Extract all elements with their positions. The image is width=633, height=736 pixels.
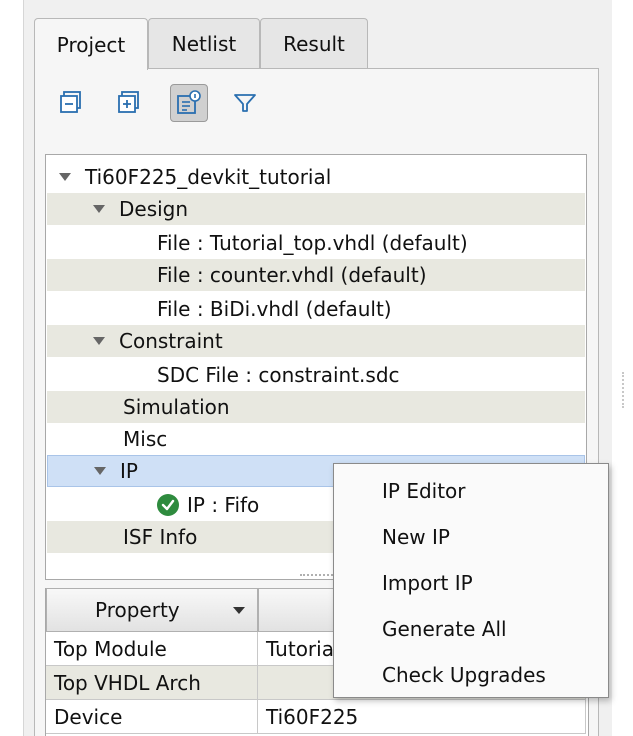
tree-item-misc[interactable]: Misc (47, 423, 585, 455)
property-name: Device (46, 700, 258, 734)
chevron-down-icon[interactable] (93, 337, 105, 345)
tree-item-file[interactable]: File : counter.vhdl (default) (47, 259, 585, 291)
tree-item-design[interactable]: Design (47, 193, 585, 225)
tree-item-label: Misc (123, 427, 168, 451)
menu-item-check-upgrades[interactable]: Check Upgrades (382, 660, 546, 690)
property-value[interactable]: Ti60F225 (258, 700, 586, 734)
tree-item-label: Simulation (123, 395, 230, 419)
collapse-all-icon (60, 91, 81, 113)
filter-button[interactable] (226, 84, 264, 122)
property-name: Top Module (46, 632, 258, 666)
tree-item-label: File : counter.vhdl (default) (157, 263, 427, 287)
tab-label: Result (283, 31, 345, 56)
menu-item-import-ip[interactable]: Import IP (382, 568, 473, 598)
menu-item-ip-editor[interactable]: IP Editor (382, 476, 466, 506)
column-header-property[interactable]: Property (46, 588, 258, 632)
tab-result[interactable]: Result (260, 18, 368, 68)
chevron-down-icon[interactable] (59, 173, 71, 181)
tab-project[interactable]: Project (34, 18, 148, 70)
tree-item-label: IP : Fifo (187, 493, 260, 517)
tab-label: Netlist (171, 31, 237, 56)
menu-item-new-ip[interactable]: New IP (382, 522, 450, 552)
tree-item-sdc-file[interactable]: SDC File : constraint.sdc (47, 359, 585, 391)
panel-splitter-handle[interactable] (622, 372, 625, 408)
tree-item-file[interactable]: File : Tutorial_top.vhdl (default) (47, 227, 585, 259)
show-details-button[interactable] (170, 84, 208, 122)
tree-item-label: File : Tutorial_top.vhdl (default) (157, 231, 468, 255)
tree-item-label: Design (119, 197, 189, 221)
chevron-down-icon[interactable] (94, 467, 106, 475)
menu-item-generate-all[interactable]: Generate All (382, 614, 507, 644)
expand-all-icon (118, 91, 139, 113)
tree-root-label: Ti60F225_devkit_tutorial (85, 165, 332, 189)
expand-all-button[interactable] (110, 84, 148, 122)
tree-item-simulation[interactable]: Simulation (47, 391, 585, 423)
tree-item-label: ISF Info (123, 525, 198, 549)
tree-item-file[interactable]: File : BiDi.vhdl (default) (47, 293, 585, 325)
ip-context-menu: IP Editor New IP Import IP Generate All … (333, 463, 609, 698)
chevron-down-icon[interactable] (93, 205, 105, 213)
tree-item-label: SDC File : constraint.sdc (157, 363, 400, 387)
tab-label: Project (56, 32, 126, 57)
tab-netlist[interactable]: Netlist (148, 18, 260, 68)
tree-root[interactable]: Ti60F225_devkit_tutorial (47, 161, 585, 193)
property-name: Top VHDL Arch (46, 666, 258, 700)
left-margin (0, 0, 16, 736)
sort-dropdown-icon[interactable] (233, 607, 245, 615)
filter-icon (234, 94, 256, 112)
tree-item-label: File : BiDi.vhdl (default) (157, 297, 392, 321)
tree-item-label: IP (120, 459, 138, 483)
show-details-icon (177, 90, 201, 114)
check-circle-icon (157, 494, 179, 516)
collapse-all-button[interactable] (52, 84, 90, 122)
tree-item-constraint[interactable]: Constraint (47, 325, 585, 357)
column-header-label: Property (95, 598, 180, 622)
tree-item-label: Constraint (119, 329, 223, 353)
